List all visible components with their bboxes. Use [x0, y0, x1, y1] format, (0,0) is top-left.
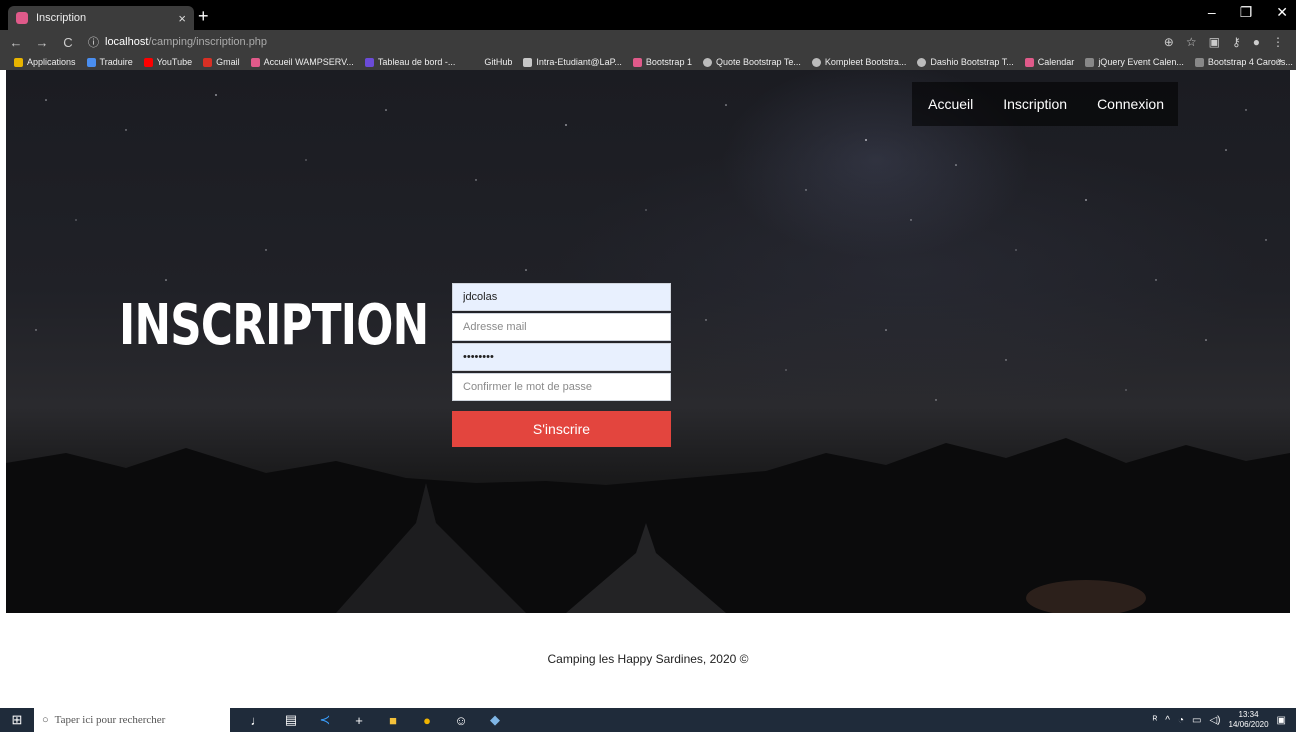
task-view-icon[interactable]: ▤ — [282, 712, 300, 728]
extension-icons: ⊕ ☆ ▣ ⚷ ● ⋮ — [1164, 35, 1284, 49]
taskbar-clock[interactable]: 13:34 14/06/2020 — [1229, 710, 1269, 730]
confirm-password-input[interactable] — [452, 373, 671, 401]
nav-inscription[interactable]: Inscription — [1003, 96, 1067, 112]
url-host: localhost — [105, 36, 149, 48]
clock-date: 14/06/2020 — [1228, 720, 1269, 729]
notifications-icon[interactable]: ▣ — [1277, 715, 1286, 726]
signup-form: S'inscrire — [452, 283, 671, 447]
wamp-icon — [250, 57, 260, 67]
notepad-icon[interactable]: ◆ — [486, 712, 504, 728]
site-info-icon[interactable]: ⓘ — [88, 34, 99, 50]
globe-icon — [917, 57, 927, 67]
bookmark-quote-bootstrap[interactable]: Quote Bootstrap Te... — [702, 57, 801, 67]
signup-button[interactable]: S'inscrire — [452, 411, 671, 447]
new-tab-icon[interactable]: + — [198, 7, 209, 25]
person-icon[interactable]: ᴿ — [1153, 715, 1158, 726]
bootstrap-icon — [632, 57, 642, 67]
search-circle-icon: ○ — [42, 714, 49, 726]
browser-toolbar: ← → C ⓘ localhost /camping/inscription.p… — [0, 30, 1296, 54]
youtube-icon — [143, 57, 153, 67]
menu-icon[interactable]: ⋮ — [1272, 35, 1284, 49]
tab-close-icon[interactable]: × — [178, 11, 186, 26]
dashboard-icon — [364, 57, 374, 67]
apps-grid-icon — [14, 57, 23, 67]
reload-icon[interactable]: C — [58, 35, 78, 50]
extension-icon[interactable]: ▣ — [1209, 35, 1220, 49]
windows-taskbar: ⊞ ○ Taper ici pour rechercher ♩ ▤ ≺ + ■ … — [0, 708, 1296, 732]
zoom-icon[interactable]: ⊕ — [1164, 35, 1174, 49]
plus-app-icon[interactable]: + — [350, 713, 368, 728]
system-tray: ᴿ ^ ◔ ▭ ◁) 13:34 14/06/2020 ▣ — [1153, 710, 1286, 730]
window-controls: – ❐ ✕ — [1208, 4, 1288, 21]
chevron-up-icon[interactable]: ^ — [1165, 715, 1170, 726]
profile-icon[interactable]: ● — [1253, 35, 1260, 49]
address-bar[interactable]: ⓘ localhost /camping/inscription.php — [88, 32, 1164, 52]
bookmarks-bar: Applications Traduire YouTube Gmail Accu… — [0, 54, 1296, 70]
password-input[interactable] — [452, 343, 671, 371]
battery-icon[interactable]: ▭ — [1192, 715, 1201, 726]
bookmark-dashio[interactable]: Dashio Bootstrap T... — [917, 57, 1014, 67]
bookmark-kompleet[interactable]: Kompleet Bootstra... — [811, 57, 906, 67]
bookmark-traduire[interactable]: Traduire — [86, 57, 133, 67]
network-icon[interactable]: ◔ — [1178, 715, 1184, 726]
tab-favicon-icon — [16, 12, 28, 24]
bookmark-calendar[interactable]: Calendar — [1024, 57, 1074, 67]
browser-tab[interactable]: Inscription × — [8, 6, 194, 30]
back-icon[interactable]: ← — [6, 35, 26, 50]
bootstrap-icon — [1194, 57, 1204, 67]
close-window-icon[interactable]: ✕ — [1276, 4, 1288, 21]
nav-connexion[interactable]: Connexion — [1097, 96, 1164, 112]
main-nav: Accueil Inscription Connexion — [912, 82, 1178, 126]
minimize-icon[interactable]: – — [1208, 4, 1216, 21]
file-explorer-icon[interactable]: ■ — [384, 713, 402, 728]
translate-icon — [86, 57, 96, 67]
forward-icon[interactable]: → — [32, 35, 52, 50]
gmail-icon — [203, 57, 213, 67]
microphone-icon[interactable]: ♩ — [248, 713, 266, 728]
key-icon[interactable]: ⚷ — [1232, 35, 1241, 49]
jquery-icon — [1085, 57, 1095, 67]
clock-time: 13:34 — [1238, 710, 1259, 719]
email-input[interactable] — [452, 313, 671, 341]
bookmark-bootstrap-1[interactable]: Bootstrap 1 — [632, 57, 692, 67]
vscode-icon[interactable]: ≺ — [316, 712, 334, 728]
bookmark-star-icon[interactable]: ☆ — [1186, 35, 1197, 49]
browser-tabbar: Inscription × + – ❐ ✕ — [0, 0, 1296, 30]
bookmark-intra-etudiant[interactable]: Intra-Etudiant@LaP... — [523, 57, 622, 67]
tab-title: Inscription — [36, 12, 87, 24]
login-input[interactable] — [452, 283, 671, 311]
restore-icon[interactable]: ❐ — [1240, 4, 1253, 21]
bookmark-github[interactable]: GitHub — [484, 57, 512, 67]
bookmark-youtube[interactable]: YouTube — [143, 57, 192, 67]
volume-icon[interactable]: ◁) — [1209, 715, 1220, 726]
bookmarks-more-icon[interactable]: » — [1277, 55, 1282, 65]
bookmark-wampserver[interactable]: Accueil WAMPSERV... — [250, 57, 354, 67]
taskbar-apps: ♩ ▤ ≺ + ■ ● ☺ ◆ — [248, 712, 504, 728]
chrome-icon[interactable]: ● — [418, 713, 436, 728]
footer-text: Camping les Happy Sardines, 2020 © — [547, 652, 749, 666]
screen: Inscription × + – ❐ ✕ ← → C ⓘ localhost … — [0, 0, 1296, 732]
calendar-icon — [1024, 57, 1034, 67]
bookmark-tableau-de-bord[interactable]: Tableau de bord -... — [364, 57, 455, 67]
windows-start-icon[interactable]: ⊞ — [0, 712, 34, 728]
page-title: INSCRIPTION — [119, 293, 429, 358]
gimp-icon[interactable]: ☺ — [452, 713, 470, 728]
bookmark-jquery-calendar[interactable]: jQuery Event Calen... — [1085, 57, 1184, 67]
globe-icon — [702, 57, 712, 67]
list-icon — [523, 57, 533, 67]
hero-background: Accueil Inscription Connexion INSCRIPTIO… — [6, 70, 1290, 613]
url-path: /camping/inscription.php — [148, 36, 268, 48]
bookmark-applications[interactable]: Applications — [14, 57, 76, 67]
treeline-silhouette — [6, 438, 1290, 613]
taskbar-search[interactable]: ○ Taper ici pour rechercher — [34, 708, 230, 732]
taskbar-search-placeholder: Taper ici pour rechercher — [54, 714, 166, 726]
bookmark-gmail[interactable]: Gmail — [203, 57, 240, 67]
globe-icon — [811, 57, 821, 67]
nav-accueil[interactable]: Accueil — [928, 96, 973, 112]
